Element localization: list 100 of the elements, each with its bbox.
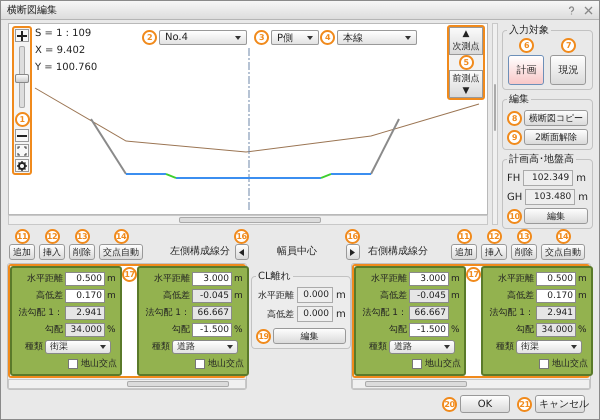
toolbar-button[interactable]: 追加 bbox=[451, 244, 477, 260]
value-field[interactable]: 0.000 bbox=[297, 306, 333, 322]
left-arrow-button[interactable] bbox=[234, 244, 248, 260]
scrollbar[interactable] bbox=[492, 23, 498, 225]
callout-number: 8 bbox=[506, 110, 522, 126]
toolbar-button[interactable]: 挿入 bbox=[481, 244, 507, 260]
scrollbar[interactable] bbox=[8, 215, 488, 225]
close-icon[interactable] bbox=[584, 6, 593, 14]
unit-label: m bbox=[578, 274, 588, 284]
value-field[interactable]: 3.000 bbox=[192, 272, 232, 286]
toolbar-button[interactable]: 追加 bbox=[9, 244, 35, 260]
section-label: 右側構成線分 bbox=[368, 244, 428, 258]
field-label: GH bbox=[506, 192, 522, 202]
field-label: 水平距離 bbox=[257, 290, 294, 302]
callout-number: 12 bbox=[486, 229, 502, 244]
field-label: 勾配 bbox=[389, 324, 407, 336]
fit-icon[interactable] bbox=[15, 144, 29, 157]
next-point-button[interactable]: ▲ 次測点 bbox=[449, 27, 483, 55]
type-dropdown[interactable]: 街渠 bbox=[45, 340, 111, 354]
unit-label: % bbox=[451, 324, 461, 334]
type-dropdown[interactable]: 街渠 bbox=[516, 340, 582, 354]
zoom-out-icon[interactable] bbox=[15, 129, 29, 142]
callout-number: 19 bbox=[256, 328, 271, 344]
unit-label: m bbox=[578, 192, 588, 202]
unit-label: m bbox=[451, 274, 461, 284]
type-dropdown[interactable]: 道路 bbox=[172, 340, 238, 354]
value-field[interactable]: 0.000 bbox=[297, 287, 333, 303]
field-label: 高低差 bbox=[163, 290, 190, 302]
slider-thumb[interactable] bbox=[15, 74, 29, 83]
value-field[interactable]: 34.000 bbox=[65, 322, 105, 336]
checkbox[interactable] bbox=[412, 358, 422, 368]
edit-button[interactable]: 横断図コピー bbox=[524, 110, 588, 126]
value-field[interactable]: 2.941 bbox=[65, 306, 105, 320]
field-label: 勾配 bbox=[45, 324, 63, 336]
group-title: 編集 bbox=[508, 93, 530, 106]
value-field[interactable]: 66.667 bbox=[192, 306, 232, 320]
field-label: 勾配 bbox=[172, 324, 190, 336]
value-field[interactable]: 103.480 bbox=[525, 189, 576, 205]
field-label: 高低差 bbox=[507, 290, 534, 302]
field-label: 高低差 bbox=[380, 290, 407, 302]
field-label: 勾配 bbox=[516, 324, 534, 336]
unit-label: m bbox=[451, 290, 461, 300]
checkbox-label: 地山交点 bbox=[552, 358, 588, 370]
toolbar-button[interactable]: 挿入 bbox=[39, 244, 65, 260]
right-arrow-button[interactable] bbox=[346, 244, 360, 260]
slope-line bbox=[90, 118, 127, 175]
value-field[interactable]: 0.170 bbox=[536, 288, 576, 302]
edit-button[interactable]: 2断面解除 bbox=[524, 129, 588, 145]
checkbox[interactable] bbox=[195, 358, 205, 368]
scrollbar[interactable] bbox=[8, 379, 246, 389]
checkbox-label: 地山交点 bbox=[425, 358, 461, 370]
callout-number: 1 bbox=[14, 112, 30, 127]
callout-number: 11 bbox=[456, 229, 472, 244]
checkbox[interactable] bbox=[68, 358, 78, 368]
value-field[interactable]: 0.170 bbox=[65, 288, 105, 302]
unit-label: m bbox=[234, 290, 244, 300]
value-field[interactable]: 0.500 bbox=[536, 272, 576, 286]
callout-number: 2 bbox=[142, 30, 157, 45]
callout-number: 17 bbox=[466, 267, 481, 282]
edit-button[interactable]: 編集 bbox=[273, 328, 346, 344]
value-field[interactable]: 102.349 bbox=[523, 170, 574, 186]
callout-number: 20 bbox=[442, 396, 457, 412]
value-field[interactable]: -1.500 bbox=[192, 322, 232, 336]
toolbar-button[interactable]: 交点自動 bbox=[99, 244, 143, 260]
value-field[interactable]: 34.000 bbox=[536, 322, 576, 336]
left-triangle-icon bbox=[239, 248, 244, 256]
dropdown[interactable]: P側 bbox=[271, 30, 319, 45]
help-icon[interactable] bbox=[567, 6, 576, 14]
toolbar-button[interactable]: 削除 bbox=[511, 244, 537, 260]
dropdown[interactable]: 本線 bbox=[337, 30, 417, 45]
field-label: 法勾配 bbox=[18, 306, 46, 319]
unit-label: m bbox=[576, 172, 586, 184]
toolbar-button[interactable]: 削除 bbox=[69, 244, 95, 260]
toolbar-button[interactable]: 交点自動 bbox=[541, 244, 585, 260]
callout-number: 4 bbox=[320, 30, 335, 45]
dropdown[interactable]: No.4 bbox=[159, 30, 247, 45]
value-field[interactable]: 2.941 bbox=[536, 306, 576, 320]
value-field[interactable]: -0.045 bbox=[192, 288, 232, 302]
type-dropdown[interactable]: 道路 bbox=[389, 340, 455, 354]
ratio-label: 1： bbox=[48, 307, 63, 319]
edit-button[interactable]: 編集 bbox=[524, 208, 588, 224]
value-field[interactable]: -0.045 bbox=[409, 288, 449, 302]
ok-button[interactable]: OK bbox=[460, 395, 510, 413]
settings-icon[interactable] bbox=[15, 159, 29, 172]
zoom-in-icon[interactable] bbox=[15, 29, 29, 42]
value-field[interactable]: -1.500 bbox=[409, 322, 449, 336]
value-field[interactable]: 66.667 bbox=[409, 306, 449, 320]
scrollbar[interactable] bbox=[352, 379, 590, 389]
field-label: 高低差 bbox=[36, 290, 63, 302]
unit-label: m bbox=[107, 290, 117, 300]
checkbox[interactable] bbox=[539, 358, 549, 368]
callout-number: 14 bbox=[556, 229, 570, 244]
previous-point-button[interactable]: 前測点 ▼ bbox=[449, 70, 483, 98]
mode-button[interactable]: 計画 bbox=[508, 55, 544, 85]
callout-number: 3 bbox=[254, 30, 269, 45]
value-field[interactable]: 3.000 bbox=[409, 272, 449, 286]
group-title: 入力対象 bbox=[508, 24, 550, 37]
mode-button[interactable]: 現況 bbox=[550, 55, 586, 85]
value-field[interactable]: 0.500 bbox=[65, 272, 105, 286]
ratio-label: 1： bbox=[175, 307, 190, 319]
